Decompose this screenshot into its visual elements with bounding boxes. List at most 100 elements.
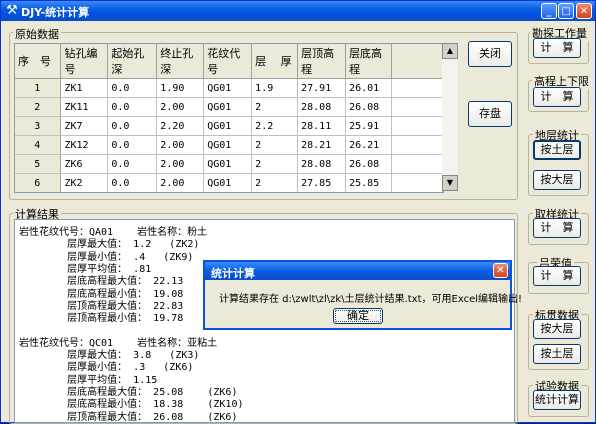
data-grid[interactable]: 序 号 钻孔编号 起始孔深 终止孔深 花纹代号 层 厚 层顶高程 层底高程 1Z… [14, 43, 444, 193]
dialog-title: 统计计算 [211, 267, 255, 280]
table-cell[interactable]: ZK6 [60, 154, 109, 174]
table-cell[interactable]: 2 [251, 97, 299, 117]
table-row[interactable]: 1 ZK1 0.0 1.90 QG01 1.9 27.91 26.01 [15, 78, 443, 98]
elevation-calc-button[interactable]: 计 算 [533, 87, 581, 107]
test-stat-calc-button[interactable]: 统计计算 [533, 390, 581, 410]
table-cell[interactable]: 28.21 [297, 135, 347, 155]
col-header-pattern-code[interactable]: 花纹代号 [203, 44, 253, 79]
table-cell[interactable]: 1 [15, 78, 62, 98]
table-cell[interactable]: ZK7 [60, 116, 109, 136]
title-bar[interactable]: ⚒ DJY-统计计算 _ □ ✕ [1, 1, 595, 21]
table-cell[interactable]: ZK8 [61, 193, 108, 194]
maximize-button[interactable]: □ [558, 3, 574, 19]
tools-icon: ⚒ [6, 3, 18, 18]
dialog-title-bar[interactable]: 统计计算 ✕ [205, 262, 510, 280]
col-header-seq[interactable]: 序 号 [15, 44, 62, 79]
grid-vertical-scrollbar[interactable]: ▲ ▼ [442, 43, 458, 191]
table-cell[interactable]: 26.08 [345, 97, 393, 117]
table-cell[interactable]: 26.01 [345, 78, 393, 98]
table-cell[interactable]: 5 [15, 154, 62, 174]
table-cell[interactable]: 1.9 [252, 193, 298, 194]
table-cell[interactable]: 7 [15, 193, 61, 194]
table-cell[interactable]: 4 [15, 135, 62, 155]
table-row[interactable]: 4 ZK12 0.0 2.00 QG01 2 28.21 26.21 [15, 135, 443, 155]
table-cell[interactable]: 2.00 [156, 135, 205, 155]
table-cell[interactable]: QG01 [203, 78, 253, 98]
table-cell[interactable]: QG01 [203, 97, 253, 117]
table-cell-blank [391, 173, 443, 192]
scroll-up-icon[interactable]: ▲ [442, 43, 458, 59]
table-cell[interactable]: QG01 [203, 173, 253, 192]
col-header-hole-id[interactable]: 钻孔编号 [60, 44, 109, 79]
table-cell[interactable]: 0.0 [107, 116, 158, 136]
dialog-ok-button[interactable]: 确定 [333, 308, 383, 324]
grid-header-row: 序 号 钻孔编号 起始孔深 终止孔深 花纹代号 层 厚 层顶高程 层底高程 [15, 44, 443, 79]
spt-by-major-layer-button[interactable]: 按大层 [533, 319, 581, 339]
table-cell[interactable]: 0.0 [107, 97, 158, 117]
table-row[interactable]: 7ZK80.01.90QG011.928.0826.18 [15, 193, 443, 194]
table-row[interactable]: 6 ZK2 0.0 2.00 QG01 2 27.85 25.85 [15, 173, 443, 192]
table-cell[interactable]: 2.00 [156, 154, 205, 174]
table-cell[interactable]: 1.90 [157, 193, 204, 194]
table-cell[interactable]: 0.0 [107, 135, 158, 155]
table-cell[interactable]: 3 [15, 116, 62, 136]
close-window-button[interactable]: ✕ [576, 3, 592, 19]
table-cell[interactable]: 28.11 [297, 116, 347, 136]
table-cell[interactable]: 2.00 [156, 97, 205, 117]
table-row[interactable]: 3 ZK7 0.0 2.20 QG01 2.2 28.11 25.91 [15, 116, 443, 136]
table-cell[interactable]: QG01 [203, 135, 253, 155]
table-cell[interactable]: 2 [251, 135, 299, 155]
table-cell[interactable]: 25.91 [345, 116, 393, 136]
col-header-top-elev[interactable]: 层顶高程 [297, 44, 347, 79]
scroll-down-icon[interactable]: ▼ [442, 175, 458, 191]
table-cell-blank [391, 154, 443, 174]
table-cell[interactable]: 0.0 [107, 78, 158, 98]
table-cell[interactable]: 28.08 [297, 154, 347, 174]
minimize-button[interactable]: _ [541, 3, 557, 19]
table-cell[interactable]: QG01 [203, 154, 253, 174]
col-header-end-depth[interactable]: 终止孔深 [156, 44, 205, 79]
table-cell[interactable]: QG01 [204, 193, 252, 194]
table-cell[interactable]: 27.91 [297, 78, 347, 98]
table-cell[interactable]: 0.0 [107, 173, 158, 192]
save-button[interactable]: 存盘 [468, 101, 512, 127]
table-cell[interactable]: 1.9 [251, 78, 299, 98]
table-cell[interactable]: 26.21 [345, 135, 393, 155]
table-cell[interactable]: 26.18 [346, 193, 392, 194]
table-cell[interactable]: 2.2 [251, 116, 299, 136]
table-cell[interactable]: 2 [251, 154, 299, 174]
by-major-layer-button[interactable]: 按大层 [533, 170, 581, 190]
dialog-close-icon[interactable]: ✕ [493, 263, 508, 278]
table-cell[interactable]: 28.08 [298, 193, 346, 194]
spt-by-soil-layer-button[interactable]: 按土层 [533, 344, 581, 364]
table-cell[interactable]: 1.90 [156, 78, 205, 98]
table-cell[interactable]: 27.85 [297, 173, 347, 192]
by-soil-layer-button[interactable]: 按土层 [533, 140, 581, 160]
table-cell[interactable]: ZK1 [60, 78, 109, 98]
table-cell-blank [392, 193, 443, 194]
table-row[interactable]: 5 ZK6 0.0 2.00 QG01 2 28.08 26.08 [15, 154, 443, 174]
sample-calc-button[interactable]: 计 算 [533, 218, 581, 238]
survey-calc-button[interactable]: 计 算 [533, 38, 581, 58]
table-cell[interactable]: 28.08 [297, 97, 347, 117]
table-cell[interactable]: 2 [251, 173, 299, 192]
close-button[interactable]: 关闭 [468, 41, 512, 67]
table-cell[interactable]: QG01 [203, 116, 253, 136]
table-cell[interactable]: 0.0 [107, 154, 158, 174]
col-header-start-depth[interactable]: 起始孔深 [107, 44, 158, 79]
table-cell[interactable]: ZK12 [60, 135, 109, 155]
table-cell[interactable]: 2.20 [156, 116, 205, 136]
table-cell[interactable]: 2.00 [156, 173, 205, 192]
table-cell[interactable]: 0.0 [108, 193, 157, 194]
col-header-bottom-elev[interactable]: 层底高程 [345, 44, 393, 79]
table-cell[interactable]: 6 [15, 173, 62, 192]
table-cell[interactable]: 25.85 [345, 173, 393, 192]
lv-calc-button[interactable]: 计 算 [533, 266, 581, 286]
table-cell[interactable]: 26.08 [345, 154, 393, 174]
table-cell[interactable]: ZK11 [60, 97, 109, 117]
table-cell[interactable]: ZK2 [60, 173, 109, 192]
table-row[interactable]: 2 ZK11 0.0 2.00 QG01 2 28.08 26.08 [15, 97, 443, 117]
table-cell[interactable]: 2 [15, 97, 62, 117]
col-header-thickness[interactable]: 层 厚 [251, 44, 299, 79]
main-window: ⚒ DJY-统计计算 _ □ ✕ 原始数据 序 号 钻孔编号 起始孔深 终止孔深… [0, 0, 596, 424]
